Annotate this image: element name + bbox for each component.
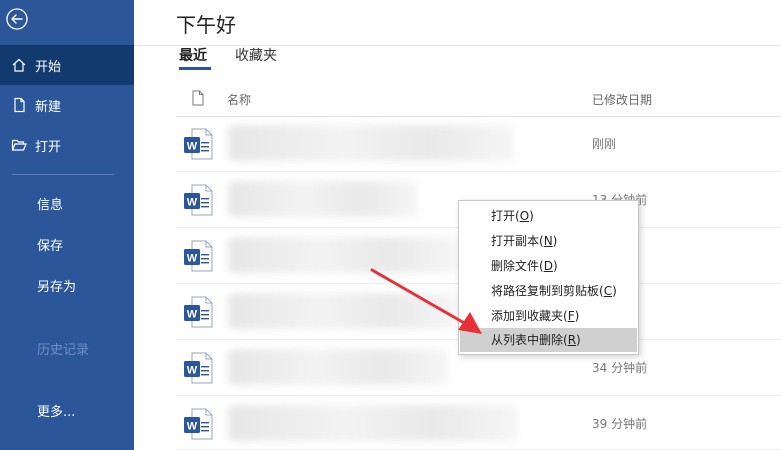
file-type-glyph: W bbox=[187, 253, 198, 265]
sidebar-item-open[interactable]: 打开 bbox=[0, 125, 134, 165]
table-row[interactable]: W 刚刚 bbox=[176, 116, 781, 172]
word-document-icon: W bbox=[184, 352, 213, 384]
menu-item-label: 打开副本( bbox=[491, 234, 544, 248]
menu-item-open[interactable]: 打开(O) bbox=[460, 204, 637, 228]
menu-item-shortcut: C bbox=[603, 284, 613, 298]
menu-item-shortcut: F bbox=[567, 309, 575, 323]
word-document-icon: W bbox=[184, 296, 213, 328]
home-icon bbox=[12, 58, 26, 72]
word-document-icon: W bbox=[184, 184, 213, 216]
sidebar-item-more[interactable]: 更多... bbox=[0, 390, 134, 430]
file-type-glyph: W bbox=[187, 197, 198, 209]
sidebar-item-label: 另存为 bbox=[37, 279, 77, 295]
menu-item-open-copy[interactable]: 打开副本(N) bbox=[460, 229, 637, 253]
sidebar-item-save[interactable]: 保存 bbox=[0, 224, 134, 264]
menu-item-label: 打开( bbox=[491, 209, 520, 223]
menu-item-suffix: ) bbox=[576, 333, 581, 347]
blurred-filename bbox=[228, 405, 518, 441]
column-header-modified[interactable]: 已修改日期 bbox=[592, 91, 652, 108]
sidebar-item-label: 打开 bbox=[35, 139, 62, 155]
sidebar-item-label: 更多... bbox=[37, 404, 76, 420]
menu-item-shortcut: R bbox=[567, 333, 577, 347]
menu-item-suffix: ) bbox=[612, 284, 617, 298]
menu-item-suffix: ) bbox=[529, 209, 534, 223]
blurred-filename bbox=[228, 181, 418, 217]
row-modified-date: 刚刚 bbox=[592, 137, 617, 151]
sidebar-item-label: 保存 bbox=[37, 238, 64, 254]
table-row[interactable]: W 39 分钟前 bbox=[176, 396, 781, 450]
column-header-name[interactable]: 名称 bbox=[227, 91, 251, 108]
sidebar-divider bbox=[12, 174, 114, 175]
sidebar-item-new[interactable]: 新建 bbox=[0, 85, 134, 125]
menu-item-label: 将路径复制到剪贴板( bbox=[491, 284, 604, 298]
menu-item-suffix: ) bbox=[574, 309, 580, 323]
header-divider bbox=[134, 45, 781, 46]
menu-item-label: 添加到收藏夹( bbox=[491, 309, 568, 323]
blurred-filename bbox=[228, 349, 448, 385]
page-title: 下午好 bbox=[176, 13, 236, 37]
menu-item-label: 删除文件( bbox=[491, 259, 544, 273]
backstage-sidebar: 开始 新建 打开 信息 保存 另存为 历史记录 更多... bbox=[0, 0, 134, 450]
sidebar-item-label: 信息 bbox=[37, 197, 64, 213]
file-type-glyph: W bbox=[187, 141, 198, 153]
new-document-icon bbox=[14, 97, 25, 113]
sidebar-item-save-as[interactable]: 另存为 bbox=[0, 265, 134, 305]
row-modified-date: 34 分钟前 bbox=[592, 361, 648, 375]
menu-item-shortcut: O bbox=[519, 209, 530, 223]
menu-item-shortcut: D bbox=[543, 259, 553, 273]
menu-item-shortcut: N bbox=[543, 234, 553, 248]
row-modified-date: 39 分钟前 bbox=[592, 417, 648, 431]
sidebar-item-info[interactable]: 信息 bbox=[0, 183, 134, 223]
sidebar-item-label: 新建 bbox=[35, 99, 62, 115]
folder-open-icon bbox=[11, 139, 27, 151]
tab-favorites[interactable]: 收藏夹 bbox=[235, 45, 277, 65]
sidebar-item-label: 开始 bbox=[35, 59, 62, 75]
file-type-glyph: W bbox=[187, 309, 198, 321]
word-document-icon: W bbox=[184, 408, 213, 440]
word-document-icon: W bbox=[184, 240, 213, 272]
sidebar-item-home[interactable]: 开始 bbox=[0, 45, 134, 85]
tab-recent[interactable]: 最近 bbox=[179, 45, 207, 65]
word-document-icon: W bbox=[184, 128, 213, 160]
menu-item-suffix: ) bbox=[552, 234, 558, 248]
menu-item-suffix: ) bbox=[552, 259, 558, 273]
menu-item-label: 从列表中删除( bbox=[491, 333, 568, 347]
back-arrow-icon[interactable] bbox=[6, 8, 28, 30]
active-tab-indicator bbox=[179, 67, 211, 70]
file-type-column-icon bbox=[192, 90, 204, 106]
file-type-glyph: W bbox=[187, 421, 198, 433]
annotation-arrow-icon bbox=[370, 268, 482, 334]
file-type-glyph: W bbox=[187, 365, 198, 377]
sidebar-item-history: 历史记录 bbox=[0, 328, 134, 368]
blurred-filename bbox=[228, 125, 514, 161]
sidebar-item-label: 历史记录 bbox=[37, 342, 90, 358]
